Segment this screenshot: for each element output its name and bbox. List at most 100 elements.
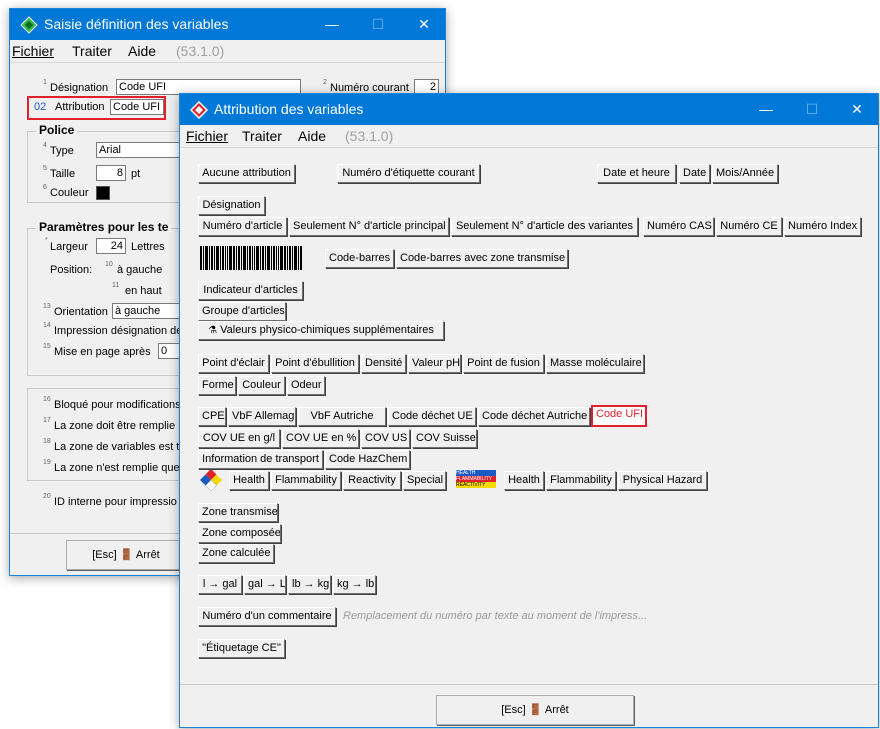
code-ufi-button[interactable]: Code UFI	[591, 405, 647, 427]
date-heure-button[interactable]: Date et heure	[597, 164, 676, 183]
valeur-ph-button[interactable]: Valeur pH	[408, 354, 461, 373]
sup: 20	[43, 493, 51, 500]
menu-aide[interactable]: Aide	[298, 128, 326, 144]
physical-hazard-button[interactable]: Physical Hazard	[618, 471, 707, 490]
orientation-label: Orientation	[54, 306, 108, 318]
arret-label: Arrêt	[135, 549, 160, 561]
door-icon: 🚪	[119, 549, 134, 561]
menu-fichier[interactable]: Fichier	[186, 128, 228, 144]
indicateur-articles-button[interactable]: Indicateur d'articles	[198, 281, 303, 300]
close-icon[interactable]: ✕	[401, 9, 447, 40]
haut-label: en haut	[125, 285, 162, 297]
sup: 4	[43, 142, 47, 149]
sup: 1	[43, 79, 47, 86]
vbf-allemagne-button[interactable]: VbF Allemagne	[228, 407, 296, 426]
code-barres-button[interactable]: Code-barres	[325, 249, 394, 268]
forme-button[interactable]: Forme	[198, 376, 236, 395]
aucune-attribution-button[interactable]: Aucune attribution	[198, 164, 295, 183]
menu-traiter[interactable]: Traiter	[72, 43, 112, 59]
point-fusion-button[interactable]: Point de fusion	[463, 354, 544, 373]
sup: 16	[43, 396, 51, 403]
special-button[interactable]: Special	[403, 471, 446, 490]
flammability-button-hmis[interactable]: Flammability	[546, 471, 616, 490]
maximize-icon: ☐	[371, 16, 385, 32]
zone-calculee-button[interactable]: Zone calculée	[198, 544, 274, 563]
numero-index-button[interactable]: Numéro Index	[784, 217, 861, 236]
taille-field[interactable]: 8	[96, 165, 126, 181]
l-gal-button[interactable]: l → gal	[198, 575, 242, 594]
menu-traiter[interactable]: Traiter	[242, 128, 282, 144]
cov-suisse-button[interactable]: COV Suisse	[412, 429, 477, 448]
impression-label: Impression désignation de	[54, 325, 183, 337]
code-barres-zone-button[interactable]: Code-barres avec zone transmise	[396, 249, 568, 268]
type-field[interactable]: Arial	[96, 142, 188, 158]
couleur-button[interactable]: Couleur	[238, 376, 285, 395]
attribution-field[interactable]: Code UFI	[110, 99, 164, 115]
info-transport-button[interactable]: Information de transport	[198, 450, 323, 469]
flammability-button-nfpa[interactable]: Flammability	[271, 471, 341, 490]
point-eclair-button[interactable]: Point d'éclair	[198, 354, 269, 373]
groupe-articles-button[interactable]: Groupe d'articles	[198, 302, 286, 321]
largeur-field[interactable]: 24	[96, 238, 126, 254]
seulement-variantes-button[interactable]: Seulement N° d'article des variantes	[451, 217, 638, 236]
menu-version: (53.1.0)	[176, 43, 225, 59]
cov-us-button[interactable]: COV US	[361, 429, 410, 448]
designation-label: Désignation	[50, 82, 109, 94]
front-arret-button[interactable]: [Esc] 🚪 Arrêt	[436, 695, 634, 725]
commentaire-hint: Remplacement du numéro par texte au mome…	[343, 610, 648, 622]
door-icon: 🚪	[528, 704, 543, 716]
numero-ce-button[interactable]: Numéro CE	[716, 217, 782, 236]
type-label: Type	[50, 145, 74, 157]
etiquetage-ce-button[interactable]: "Étiquetage CE"	[198, 639, 285, 658]
lb-kg-button[interactable]: lb → kg	[288, 575, 331, 594]
attribution-badge: 02	[34, 101, 47, 113]
back-arret-button[interactable]: [Esc] 🚪 Arrêt	[66, 540, 186, 570]
masse-moleculaire-button[interactable]: Masse moléculaire	[546, 354, 644, 373]
kg-lb-button[interactable]: kg → lb	[333, 575, 376, 594]
menu-fichier[interactable]: Fichier	[12, 43, 54, 59]
hmis-label-icon: HEALTH FLAMMABILITY REACTIVITY	[456, 470, 496, 494]
sup: 17	[43, 417, 51, 424]
zone-transmise-button[interactable]: Zone transmise	[198, 503, 278, 522]
numero-article-button[interactable]: Numéro d'article	[198, 217, 287, 236]
front-menubar: Fichier Traiter Aide (53.1.0)	[180, 125, 878, 148]
numero-cas-button[interactable]: Numéro CAS	[643, 217, 714, 236]
gal-l-button[interactable]: gal → L	[244, 575, 286, 594]
taille-unit: pt	[131, 168, 141, 180]
mois-annee-button[interactable]: Mois/Année	[712, 164, 778, 183]
seulement-principal-button[interactable]: Seulement N° d'article principal	[289, 217, 449, 236]
minimize-icon[interactable]: —	[743, 94, 789, 125]
menu-version: (53.1.0)	[345, 128, 394, 144]
valeurs-physico-label: Valeurs physico-chimiques supplémentaire…	[220, 324, 434, 336]
health-button-hmis[interactable]: Health	[504, 471, 544, 490]
zone-composee-button[interactable]: Zone composée	[198, 524, 281, 543]
numero-etiquette-button[interactable]: Numéro d'étiquette courant	[337, 164, 480, 183]
cov-ue-pct-button[interactable]: COV UE en %	[282, 429, 359, 448]
vbf-autriche-button[interactable]: VbF Autriche	[298, 407, 386, 426]
cov-ue-gl-button[interactable]: COV UE en g/l	[198, 429, 280, 448]
sup: 11	[112, 282, 120, 289]
code-dechet-ue-button[interactable]: Code déchet UE	[388, 407, 476, 426]
minimize-icon[interactable]: —	[309, 9, 355, 40]
numero-commentaire-button[interactable]: Numéro d'un commentaire	[198, 607, 336, 626]
cpe-button[interactable]: CPE	[198, 407, 226, 426]
point-ebullition-button[interactable]: Point d'ébullition	[271, 354, 359, 373]
code-hazchem-button[interactable]: Code HazChem	[325, 450, 410, 469]
odeur-button[interactable]: Odeur	[287, 376, 325, 395]
reactivity-button[interactable]: Reactivity	[343, 471, 401, 490]
close-icon[interactable]: ✕	[834, 94, 880, 125]
front-titlebar[interactable]: Attribution des variables — ☐ ✕	[180, 94, 878, 125]
couleur-swatch[interactable]	[96, 186, 110, 200]
back-titlebar[interactable]: Saisie définition des variables — ☐ ✕	[10, 9, 445, 40]
valeurs-physico-button[interactable]: ⚗ Valeurs physico-chimiques supplémentai…	[198, 321, 444, 340]
esc-label: [Esc]	[501, 704, 526, 716]
barcode-icon	[200, 246, 302, 270]
app-diamond-icon	[20, 16, 38, 34]
code-dechet-autriche-button[interactable]: Code déchet Autriche	[478, 407, 590, 426]
attribution-label: Attribution	[55, 101, 105, 113]
menu-aide[interactable]: Aide	[128, 43, 156, 59]
health-button-nfpa[interactable]: Health	[229, 471, 269, 490]
densite-button[interactable]: Densité	[361, 354, 406, 373]
date-button[interactable]: Date	[679, 164, 710, 183]
designation-button[interactable]: Désignation	[198, 196, 265, 215]
